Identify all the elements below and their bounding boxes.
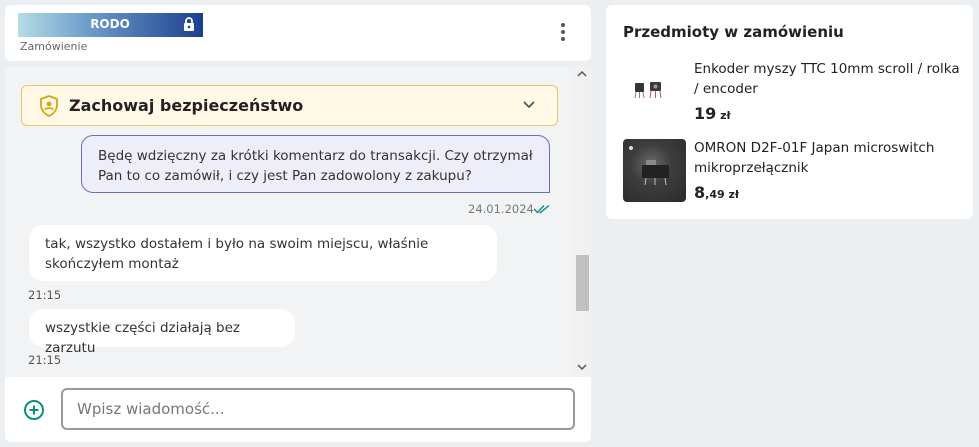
order-item[interactable]: Enkoder myszy TTC 10mm scroll / rolka / … [606, 60, 973, 130]
item-price: 19 zł [694, 104, 731, 123]
message-list[interactable]: Zachowaj bezpieczeństwo Będę wdzięczny z… [5, 67, 591, 377]
item-price: 8,49 zł [694, 183, 739, 202]
item-price-main: 19 [694, 104, 717, 123]
safety-notice[interactable]: Zachowaj bezpieczeństwo [21, 85, 558, 126]
item-price-main: 8 [694, 183, 706, 202]
outgoing-message-date: 24.01.2024 [468, 202, 534, 216]
more-options-icon[interactable] [555, 21, 571, 45]
item-name: Enkoder myszy TTC 10mm scroll / rolka / … [694, 61, 960, 97]
double-check-icon [533, 204, 550, 214]
item-price-fraction: ,49 zł [705, 188, 739, 201]
item-thumbnail [623, 60, 686, 123]
chevron-down-icon[interactable] [521, 97, 537, 113]
rodo-label: RODO [90, 17, 130, 31]
items-panel-title: Przedmioty w zamówieniu [623, 23, 844, 41]
message-composer [5, 377, 591, 442]
order-item[interactable]: OMRON D2F-01F Japan microswitch mikroprz… [606, 139, 973, 209]
scrollbar-thumb[interactable] [576, 255, 589, 311]
safety-title: Zachowaj bezpieczeństwo [69, 96, 304, 115]
order-items-panel: Przedmioty w zamówieniu Enkoder myszy TT… [606, 5, 973, 219]
rodo-banner: RODO [18, 13, 203, 37]
lock-icon [184, 17, 194, 31]
add-attachment-icon[interactable] [23, 399, 45, 421]
incoming-message-time: 21:15 [28, 288, 62, 302]
incoming-message-time: 21:15 [28, 353, 62, 367]
header-subtitle: Zamówienie [20, 40, 88, 53]
item-name: OMRON D2F-01F Japan microswitch mikroprz… [694, 140, 935, 176]
scroll-up-arrow-icon[interactable] [577, 70, 587, 78]
incoming-message: tak, wszystko dostałem i było na swoim m… [29, 225, 497, 281]
chat-panel: Zachowaj bezpieczeństwo Będę wdzięczny z… [5, 67, 591, 442]
scroll-down-arrow-icon[interactable] [577, 363, 587, 371]
shield-user-icon [40, 95, 58, 117]
incoming-message: wszystkie części działają bez zarzutu [29, 309, 295, 356]
outgoing-message: Będę wdzięczny za krótki komentarz do tr… [81, 135, 550, 193]
message-input[interactable] [61, 388, 575, 430]
order-header: RODO Zamówienie [5, 5, 591, 61]
chat-scrollbar[interactable] [573, 67, 591, 377]
item-thumbnail [623, 139, 686, 202]
item-price-fraction: zł [716, 109, 731, 122]
